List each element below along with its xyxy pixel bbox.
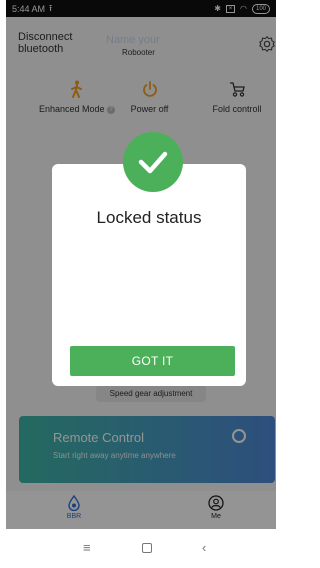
locked-status-dialog: Locked status GOT IT: [52, 164, 246, 386]
checkmark-icon: [123, 132, 183, 192]
menu-icon[interactable]: ≡: [83, 540, 91, 555]
home-icon[interactable]: [142, 543, 152, 553]
dialog-title: Locked status: [96, 208, 202, 227]
system-nav-bar: ≡ ‹: [6, 529, 276, 568]
phone-screen: 5:44 AM ⭱ ✱ × ◠ 100 Disconnect bluetooth…: [6, 0, 276, 568]
got-it-button[interactable]: GOT IT: [70, 346, 235, 376]
back-icon[interactable]: ‹: [202, 540, 206, 555]
